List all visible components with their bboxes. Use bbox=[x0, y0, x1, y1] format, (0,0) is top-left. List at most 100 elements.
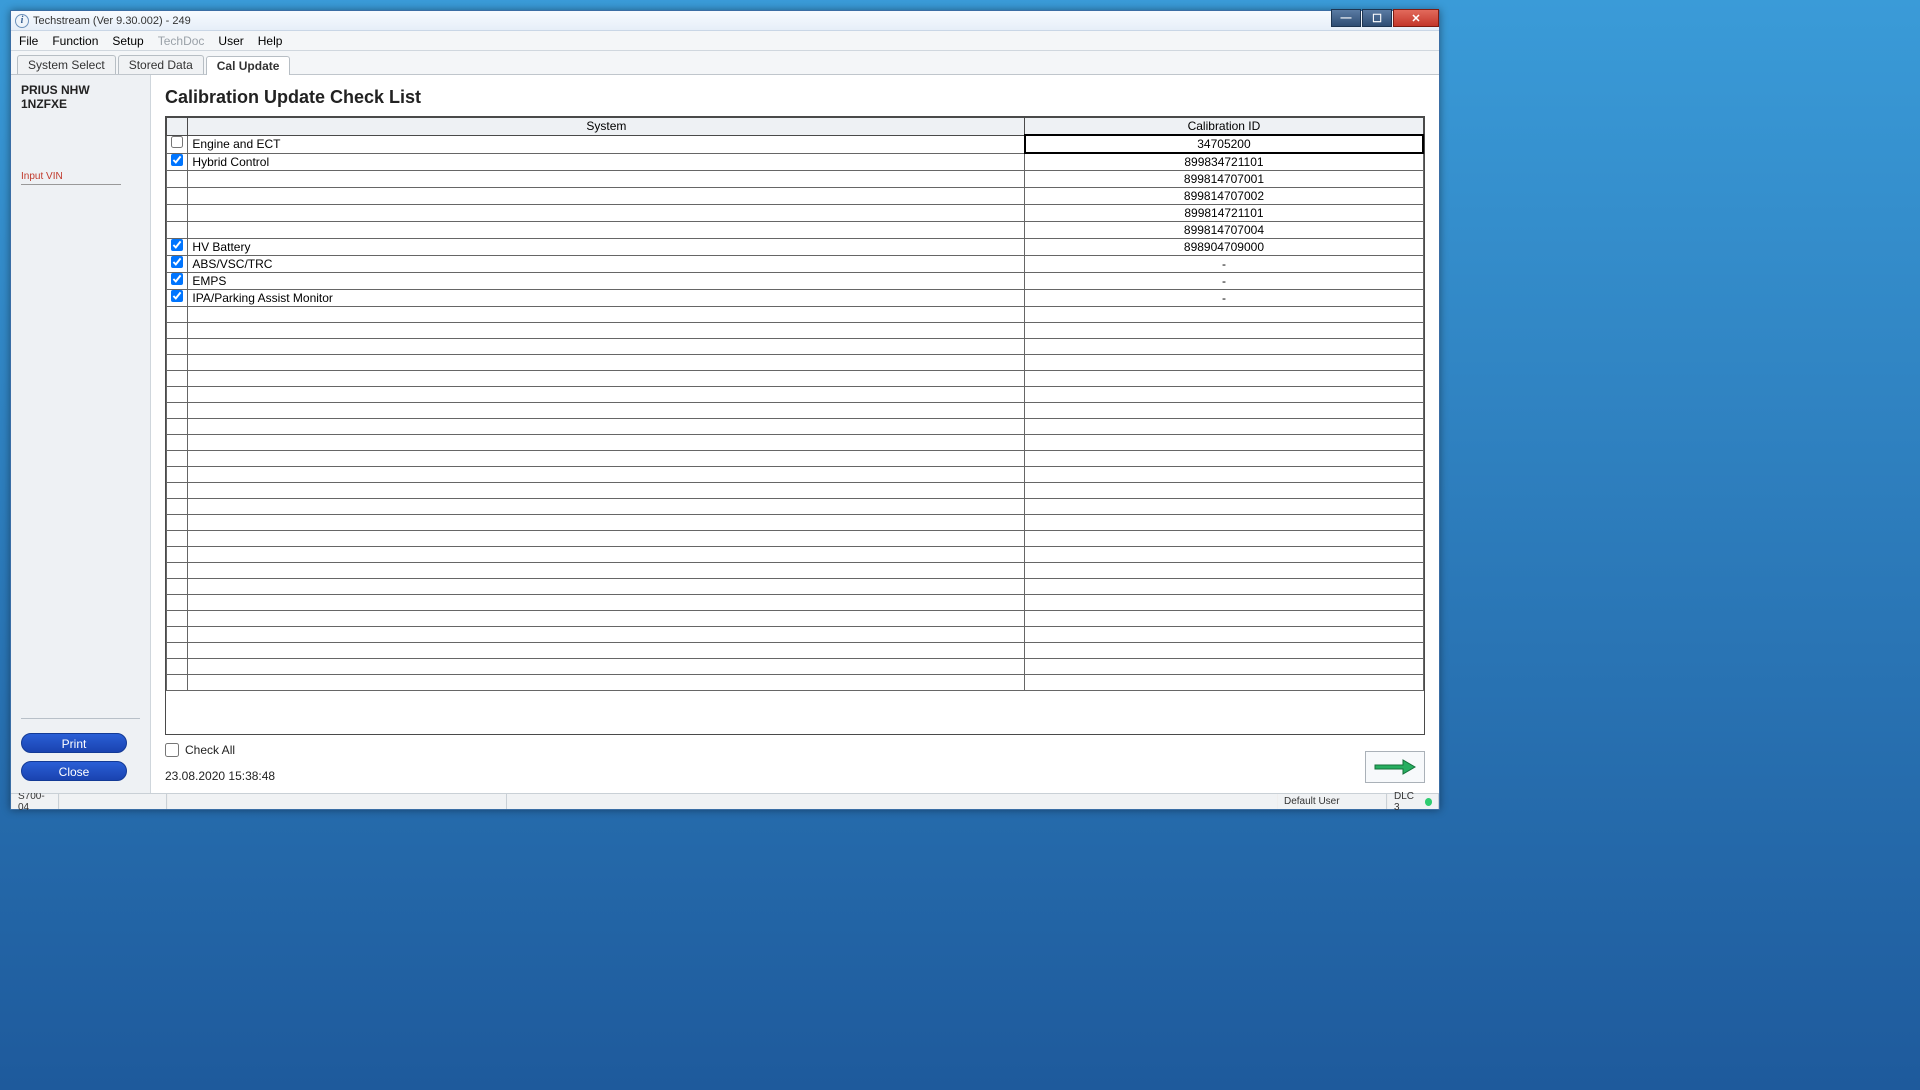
row-checkbox-cell bbox=[167, 273, 188, 290]
menubar: FileFunctionSetupTechDocUserHelp bbox=[11, 31, 1439, 51]
row-cal-id: - bbox=[1025, 290, 1423, 307]
table-row bbox=[167, 355, 1424, 371]
row-system bbox=[188, 205, 1025, 222]
window-controls: — ☐ ✕ bbox=[1330, 9, 1439, 27]
row-system: Hybrid Control bbox=[188, 153, 1025, 171]
col-header-cal-id[interactable]: Calibration ID bbox=[1025, 118, 1423, 136]
table-row bbox=[167, 643, 1424, 659]
status-code: S700-04 bbox=[11, 794, 59, 809]
row-checkbox[interactable] bbox=[171, 154, 183, 166]
titlebar[interactable]: i Techstream (Ver 9.30.002) - 249 — ☐ ✕ bbox=[11, 11, 1439, 31]
table-row bbox=[167, 659, 1424, 675]
table-row[interactable]: EMPS- bbox=[167, 273, 1424, 290]
table-row bbox=[167, 403, 1424, 419]
table-row[interactable]: ABS/VSC/TRC- bbox=[167, 256, 1424, 273]
table-row bbox=[167, 419, 1424, 435]
table-row bbox=[167, 371, 1424, 387]
row-checkbox[interactable] bbox=[171, 273, 183, 285]
row-checkbox[interactable] bbox=[171, 256, 183, 268]
table-row bbox=[167, 339, 1424, 355]
bottom-controls: Check All bbox=[165, 743, 1425, 757]
row-cal-id: 899814707004 bbox=[1025, 222, 1423, 239]
row-checkbox-cell bbox=[167, 171, 188, 188]
row-checkbox-cell bbox=[167, 205, 188, 222]
tab-cal-update[interactable]: Cal Update bbox=[206, 56, 291, 75]
calibration-table-wrap: System Calibration ID Engine and ECT3470… bbox=[165, 116, 1425, 735]
status-dot-icon bbox=[1425, 798, 1432, 806]
menu-setup[interactable]: Setup bbox=[112, 34, 143, 48]
row-checkbox-cell bbox=[167, 188, 188, 205]
menu-file[interactable]: File bbox=[19, 34, 38, 48]
status-cell-3 bbox=[167, 794, 507, 809]
check-all-checkbox[interactable] bbox=[165, 743, 179, 757]
arrow-right-icon bbox=[1373, 758, 1417, 776]
tab-system-select[interactable]: System Select bbox=[17, 55, 116, 74]
print-button[interactable]: Print bbox=[21, 733, 127, 753]
row-checkbox[interactable] bbox=[171, 239, 183, 251]
row-checkbox-cell bbox=[167, 153, 188, 171]
table-row[interactable]: 899814707001 bbox=[167, 171, 1424, 188]
row-checkbox-cell bbox=[167, 222, 188, 239]
input-vin-link[interactable]: Input VIN bbox=[21, 171, 121, 185]
row-cal-id: 898904709000 bbox=[1025, 239, 1423, 256]
menu-help[interactable]: Help bbox=[258, 34, 283, 48]
menu-function[interactable]: Function bbox=[52, 34, 98, 48]
table-row bbox=[167, 579, 1424, 595]
minimize-button[interactable]: — bbox=[1331, 9, 1361, 27]
row-system bbox=[188, 222, 1025, 239]
table-row bbox=[167, 323, 1424, 339]
row-cal-id: - bbox=[1025, 273, 1423, 290]
row-checkbox-cell bbox=[167, 239, 188, 256]
table-row bbox=[167, 307, 1424, 323]
table-row[interactable]: HV Battery898904709000 bbox=[167, 239, 1424, 256]
row-system: Engine and ECT bbox=[188, 135, 1025, 153]
calibration-table-scroll[interactable]: System Calibration ID Engine and ECT3470… bbox=[166, 117, 1424, 734]
tab-stored-data[interactable]: Stored Data bbox=[118, 55, 204, 74]
row-cal-id: 899814707001 bbox=[1025, 171, 1423, 188]
table-row[interactable]: IPA/Parking Assist Monitor- bbox=[167, 290, 1424, 307]
table-row bbox=[167, 515, 1424, 531]
row-cal-id: 899814707002 bbox=[1025, 188, 1423, 205]
table-row bbox=[167, 531, 1424, 547]
close-panel-button[interactable]: Close bbox=[21, 761, 127, 781]
close-button[interactable]: ✕ bbox=[1393, 9, 1439, 27]
table-row bbox=[167, 675, 1424, 691]
table-row[interactable]: Hybrid Control899834721101 bbox=[167, 153, 1424, 171]
row-cal-id: - bbox=[1025, 256, 1423, 273]
check-all-label: Check All bbox=[185, 743, 235, 757]
table-row bbox=[167, 435, 1424, 451]
app-window: i Techstream (Ver 9.30.002) - 249 — ☐ ✕ … bbox=[10, 10, 1440, 810]
menu-user[interactable]: User bbox=[218, 34, 243, 48]
row-system bbox=[188, 171, 1025, 188]
row-system: ABS/VSC/TRC bbox=[188, 256, 1025, 273]
table-row bbox=[167, 499, 1424, 515]
next-button[interactable] bbox=[1365, 751, 1425, 783]
status-user: Default User bbox=[1277, 794, 1387, 809]
table-row bbox=[167, 627, 1424, 643]
table-row bbox=[167, 387, 1424, 403]
sidebar-separator bbox=[21, 718, 140, 719]
table-row bbox=[167, 451, 1424, 467]
window-title: Techstream (Ver 9.30.002) - 249 bbox=[33, 15, 191, 27]
table-row[interactable]: 899814707002 bbox=[167, 188, 1424, 205]
col-header-system[interactable]: System bbox=[188, 118, 1025, 136]
table-row bbox=[167, 563, 1424, 579]
row-checkbox-cell bbox=[167, 135, 188, 153]
row-system: IPA/Parking Assist Monitor bbox=[188, 290, 1025, 307]
status-dlc: DLC 3 bbox=[1387, 794, 1439, 809]
status-cell-2 bbox=[59, 794, 167, 809]
table-row bbox=[167, 467, 1424, 483]
table-row[interactable]: 899814721101 bbox=[167, 205, 1424, 222]
row-checkbox[interactable] bbox=[171, 290, 183, 302]
row-checkbox[interactable] bbox=[171, 136, 183, 148]
table-row[interactable]: 899814707004 bbox=[167, 222, 1424, 239]
maximize-button[interactable]: ☐ bbox=[1362, 9, 1392, 27]
tabstrip: System SelectStored DataCal Update bbox=[11, 51, 1439, 75]
row-cal-id: 899834721101 bbox=[1025, 153, 1423, 171]
vehicle-line1: PRIUS NHW bbox=[21, 83, 140, 97]
col-header-checkbox bbox=[167, 118, 188, 136]
row-system: EMPS bbox=[188, 273, 1025, 290]
calibration-table: System Calibration ID Engine and ECT3470… bbox=[166, 117, 1424, 691]
table-row[interactable]: Engine and ECT34705200 bbox=[167, 135, 1424, 153]
check-all-control[interactable]: Check All bbox=[165, 743, 235, 757]
